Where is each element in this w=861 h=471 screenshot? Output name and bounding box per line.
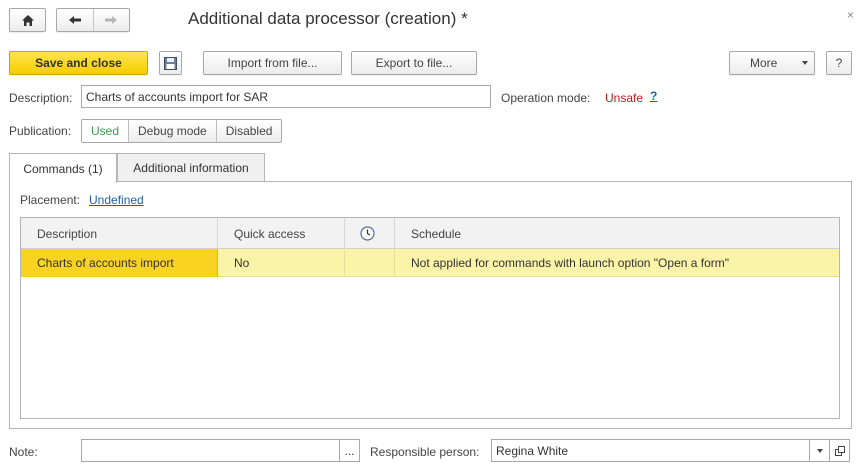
- publication-label: Publication:: [9, 124, 72, 138]
- open-window-icon: [834, 445, 845, 456]
- import-from-file-button[interactable]: Import from file...: [203, 51, 342, 75]
- note-field[interactable]: [81, 439, 340, 462]
- cell-quick-access[interactable]: No: [218, 249, 345, 277]
- clock-icon: [360, 226, 375, 241]
- chevron-down-icon: [802, 61, 808, 65]
- placement-link[interactable]: Undefined: [89, 193, 144, 207]
- back-button[interactable]: [57, 9, 94, 31]
- publication-switch: Used Debug mode Disabled: [81, 119, 283, 143]
- forward-button[interactable]: [94, 9, 130, 31]
- publication-option-disabled[interactable]: Disabled: [217, 120, 282, 142]
- close-icon[interactable]: ×: [847, 8, 854, 22]
- description-label: Description:: [9, 91, 73, 105]
- note-label: Note:: [9, 445, 38, 459]
- publication-option-used[interactable]: Used: [82, 120, 130, 142]
- back-forward-group: [56, 8, 130, 32]
- description-field[interactable]: Charts of accounts import for SAR: [81, 85, 491, 108]
- column-header-quick-access[interactable]: Quick access: [218, 218, 345, 249]
- publication-option-debug-mode[interactable]: Debug mode: [129, 120, 217, 142]
- placement-label: Placement:: [20, 193, 81, 207]
- more-label: More: [750, 56, 778, 70]
- tab-additional-information[interactable]: Additional information: [117, 153, 265, 182]
- arrow-right-icon: [105, 16, 118, 24]
- commands-table: Description Quick access Schedule Charts…: [20, 217, 840, 419]
- chevron-down-icon: [816, 448, 823, 453]
- responsible-open-button[interactable]: [829, 439, 850, 462]
- cell-schedule[interactable]: Not applied for commands with launch opt…: [395, 249, 839, 277]
- tab-commands[interactable]: Commands (1): [9, 153, 117, 183]
- responsible-person-field[interactable]: Regina White: [491, 439, 810, 462]
- floppy-disk-icon: [164, 56, 177, 70]
- responsible-person-label: Responsible person:: [370, 445, 480, 459]
- responsible-dropdown-button[interactable]: [809, 439, 830, 462]
- help-button[interactable]: ?: [826, 51, 852, 75]
- note-picker-button[interactable]: ...: [339, 439, 360, 462]
- cell-description[interactable]: Charts of accounts import: [21, 249, 218, 277]
- arrow-left-icon: [68, 16, 81, 24]
- more-button[interactable]: More: [729, 51, 815, 75]
- column-header-description[interactable]: Description: [21, 218, 218, 249]
- cell-clock[interactable]: [345, 249, 395, 277]
- operation-mode-label: Operation mode:: [501, 91, 591, 105]
- export-to-file-button[interactable]: Export to file...: [351, 51, 477, 75]
- column-header-clock[interactable]: [345, 218, 395, 249]
- column-header-schedule[interactable]: Schedule: [395, 218, 839, 249]
- window-title: Additional data processor (creation) *: [188, 9, 468, 28]
- home-button[interactable]: [9, 8, 46, 32]
- save-button[interactable]: [159, 51, 182, 75]
- table-row[interactable]: Charts of accounts import No Not applied…: [21, 249, 839, 277]
- save-and-close-button[interactable]: Save and close: [9, 51, 148, 75]
- home-icon: [21, 14, 34, 26]
- operation-mode-help-link[interactable]: ?: [650, 89, 657, 103]
- table-header: Description Quick access Schedule: [21, 218, 839, 249]
- operation-mode-value: Unsafe: [605, 91, 644, 105]
